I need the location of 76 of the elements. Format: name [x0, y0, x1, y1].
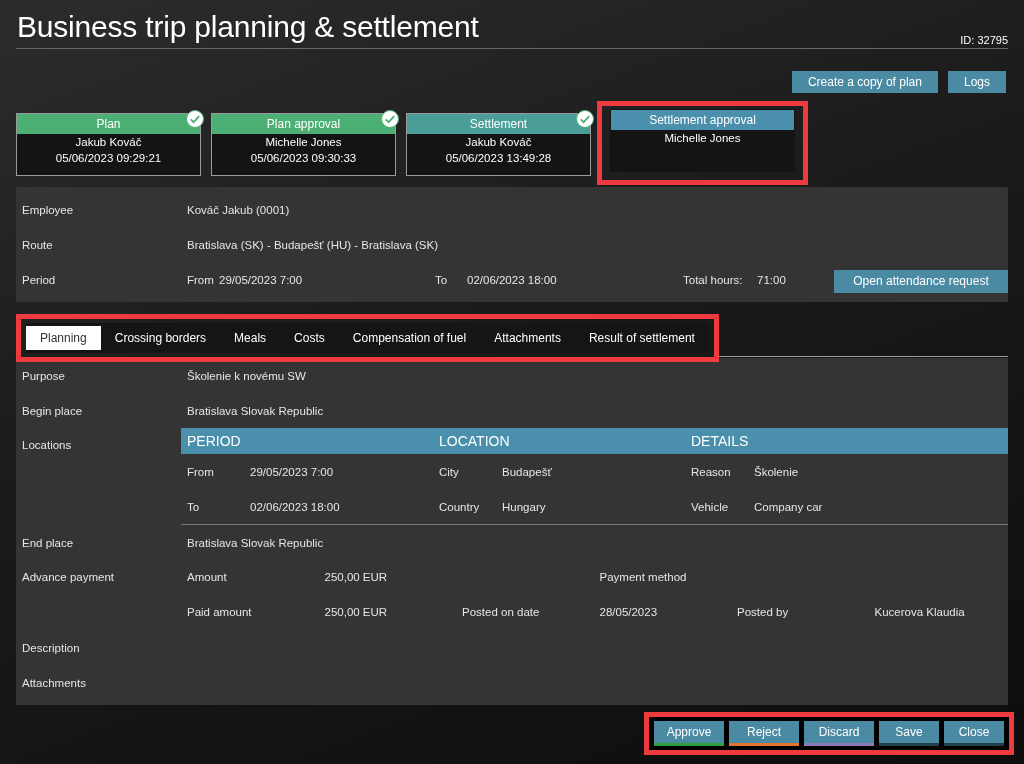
field-value: Budapešť [501, 465, 553, 478]
field-label: Purpose [21, 369, 66, 382]
section-header: PERIOD [181, 428, 433, 454]
field-label: Employee [21, 203, 75, 216]
action-button[interactable]: Reject [729, 721, 799, 746]
field-label: Route [21, 238, 54, 251]
field-value: 250,00 EUR [324, 570, 389, 585]
toolbar-button[interactable]: Create a copy of plan [791, 71, 938, 93]
action-button[interactable]: Discard [804, 721, 874, 746]
field-label: To [435, 273, 449, 286]
step-person: Jakub Kováč [464, 135, 533, 150]
field-label: From [186, 465, 215, 478]
step-title: Settlement [407, 114, 590, 134]
field-value: Company car [753, 500, 824, 513]
field-label: From [187, 273, 215, 286]
field-label: Amount [187, 570, 228, 585]
action-button[interactable]: Save [879, 721, 939, 746]
check-icon [186, 110, 204, 128]
field-value: Bratislava (SK) - Budapešť (HU) - Bratislava (SK) [186, 238, 439, 251]
field-label: Period [21, 273, 57, 286]
field-value: 29/05/2023 7:00 [219, 273, 304, 286]
field-value: Školenie k novému SW [186, 369, 307, 382]
field-label: Country [438, 500, 481, 513]
action-button[interactable]: Close [944, 721, 1004, 746]
field-value: 250,00 EUR [324, 605, 389, 620]
step-timestamp: 05/06/2023 09:29:21 [54, 151, 163, 166]
check-icon [381, 110, 399, 128]
toolbar-button[interactable]: Logs [947, 71, 1006, 93]
action-button[interactable]: Approve [654, 721, 724, 746]
tab[interactable]: Crossing borders [100, 326, 221, 350]
tab[interactable]: Costs [280, 326, 339, 350]
field-value: 71:00 [757, 273, 787, 286]
field-value: 28/05/2023 [599, 605, 659, 620]
field-label: City [438, 465, 460, 478]
field-label: End place [21, 536, 75, 549]
window-title: Business trip planning & settlement [17, 10, 479, 44]
step-person: Michelle Jones [264, 135, 343, 150]
field-label: Reason [690, 465, 732, 478]
field-label: Description [21, 641, 81, 654]
field-value: Bratislava Slovak Republic [186, 404, 325, 417]
record-id: ID: 32795 [960, 34, 1008, 46]
field-value: 02/06/2023 18:00 [467, 273, 558, 286]
field-label: Payment method [599, 570, 688, 585]
field-label: Attachments [21, 676, 87, 689]
step-person: Jakub Kováč [74, 135, 143, 150]
field-label: To [186, 500, 201, 513]
field-value: Kucerova Klaudia [874, 605, 966, 620]
step-person: Michelle Jones [663, 131, 742, 146]
field-label: Begin place [21, 404, 84, 417]
section-header: LOCATION [433, 428, 685, 454]
field-value: Kováč Jakub (0001) [186, 203, 291, 216]
tab[interactable]: Compensation of fuel [338, 326, 481, 350]
step-title: Plan approval [212, 114, 395, 134]
step-title: Plan [17, 114, 200, 134]
field-value: Bratislava Slovak Republic [186, 536, 325, 549]
check-icon [576, 110, 594, 128]
step-title: Settlement approval [611, 110, 794, 130]
field-label: Posted on date [462, 605, 541, 620]
section-header: DETAILS [685, 428, 1008, 454]
field-label: Paid amount [187, 605, 253, 620]
field-label: Locations [21, 438, 73, 451]
field-label: Vehicle [690, 500, 730, 513]
field-value: 29/05/2023 7:00 [249, 465, 335, 478]
field-value: 02/06/2023 18:00 [249, 500, 341, 513]
field-label: Posted by [737, 605, 790, 620]
step-timestamp: 05/06/2023 13:49:28 [444, 151, 553, 166]
attendance-button[interactable]: Open attendance request [834, 269, 1008, 293]
tab[interactable]: Planning [26, 326, 101, 350]
tab[interactable]: Meals [220, 326, 281, 350]
field-label: Advance payment [21, 570, 116, 585]
step-timestamp: 05/06/2023 09:30:33 [249, 151, 358, 166]
tab[interactable]: Attachments [480, 326, 575, 350]
tab[interactable]: Result of settlement [574, 326, 709, 350]
field-label: Total hours: [683, 273, 744, 286]
field-value: Hungary [501, 500, 547, 513]
field-value: Školenie [753, 465, 800, 478]
